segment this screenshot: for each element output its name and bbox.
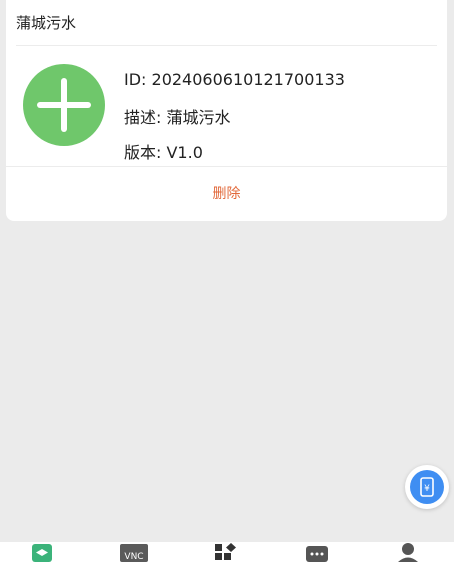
project-card: 蒲城污水 ID: 2024060610121700133 描述: 蒲城污水 版本… — [6, 0, 447, 221]
vnc-icon: VNC — [120, 544, 148, 562]
delete-button[interactable]: 删除 — [6, 167, 447, 219]
svg-text:¥: ¥ — [424, 484, 430, 494]
phone-yuan-icon: ¥ — [410, 470, 444, 504]
tab-chat[interactable] — [297, 542, 337, 562]
project-id: ID: 2024060610121700133 — [124, 70, 345, 89]
tab-user[interactable] — [388, 542, 428, 562]
project-description: 描述: 蒲城污水 — [124, 108, 231, 127]
svg-text:VNC: VNC — [124, 552, 143, 562]
tab-apps[interactable] — [206, 542, 246, 562]
bottom-tab-bar: VNC — [0, 542, 454, 562]
chat-icon — [306, 546, 328, 562]
tab-vnc[interactable]: VNC — [114, 542, 154, 562]
apps-icon — [215, 543, 236, 560]
floating-action-button[interactable]: ¥ — [405, 465, 449, 509]
plus-icon[interactable] — [23, 64, 105, 146]
layers-icon — [32, 544, 52, 562]
user-icon — [398, 543, 418, 562]
project-version: 版本: V1.0 — [124, 143, 203, 162]
title-divider — [16, 45, 437, 46]
project-title: 蒲城污水 — [16, 14, 77, 32]
tab-layers[interactable] — [22, 542, 62, 562]
